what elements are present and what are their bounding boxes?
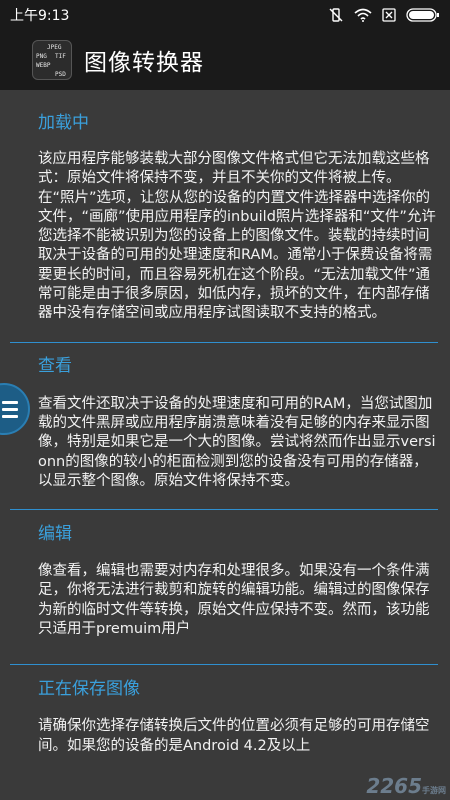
section-body: 请确保你选择存储转换后文件的位置必须有足够的可用存储空间。如果您的设备的是And… <box>38 718 430 754</box>
app-logo-icon: JPEG PNG TIF WEBP PSD <box>32 40 72 80</box>
status-time: 上午9:13 <box>10 8 70 24</box>
help-content[interactable]: 加载中 该应用程序能够装载大部分图像文件格式但它无法加载这些格式：原始文件将保持… <box>0 90 450 800</box>
vibrate-off-icon <box>328 7 344 23</box>
section-body: 查看文件还取决于设备的处理速度和可用的RAM，当您试图加载的文件黑屏或应用程序崩… <box>38 395 436 489</box>
app-bar: JPEG PNG TIF WEBP PSD 图像转换器 <box>0 30 450 90</box>
section-title: 查看 <box>38 356 72 377</box>
status-bar: 上午9:13 <box>0 0 450 30</box>
section-saving: 正在保存图像 请确保你选择存储转换后文件的位置必须有足够的可用存储空间。如果您的… <box>0 665 450 756</box>
watermark-logo: 2265手游网 <box>366 774 446 798</box>
status-icons <box>328 7 440 23</box>
section-title: 编辑 <box>38 523 72 544</box>
section-editing: 编辑 像查看，编辑也需要对内存和处理很多。如果没有一个条件满足，你将无法进行裁剪… <box>0 510 450 639</box>
menu-icon <box>2 400 18 418</box>
section-viewing: 查看 查看文件还取决于设备的处理速度和可用的RAM，当您试图加载的文件黑屏或应用… <box>0 343 450 491</box>
wifi-icon <box>354 8 372 22</box>
section-body: 像查看，编辑也需要对内存和处理很多。如果没有一个条件满足，你将无法进行裁剪和旋转… <box>38 563 430 638</box>
section-title: 正在保存图像 <box>38 678 140 699</box>
page-title: 图像转换器 <box>84 50 204 76</box>
battery-icon <box>406 8 440 22</box>
section-loading: 加载中 该应用程序能够装载大部分图像文件格式但它无法加载这些格式：原始文件将保持… <box>0 90 450 324</box>
no-sim-icon <box>382 8 396 22</box>
section-body: 该应用程序能够装载大部分图像文件格式但它无法加载这些格式：原始文件将保持不变，并… <box>38 151 436 322</box>
section-title: 加载中 <box>38 112 89 133</box>
